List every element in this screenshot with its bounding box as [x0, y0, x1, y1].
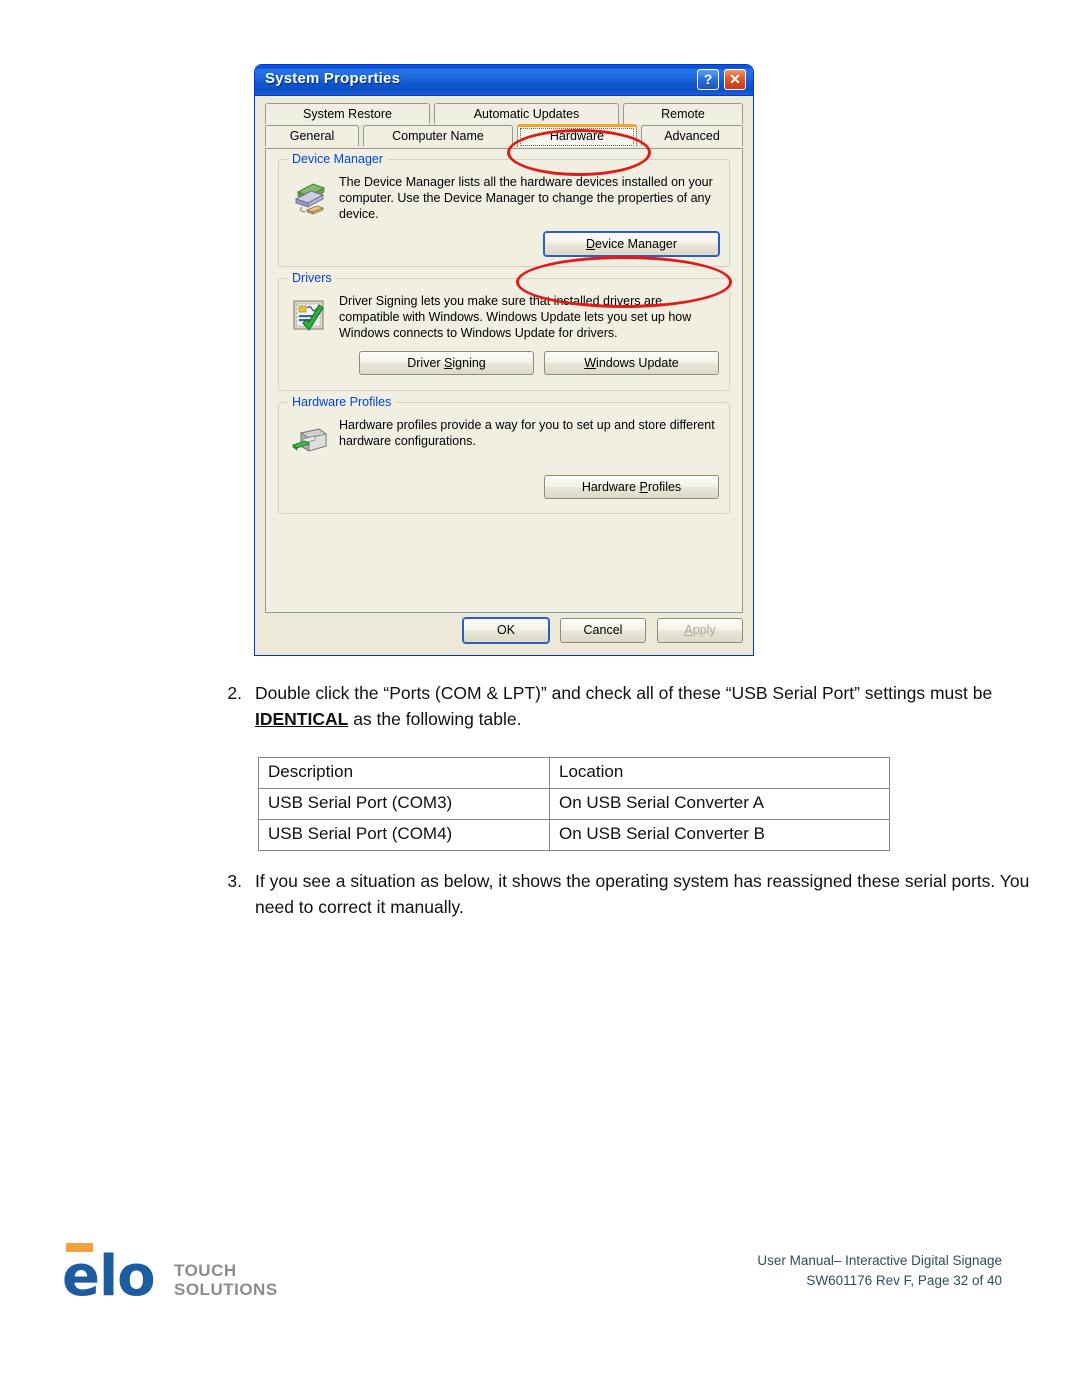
table-cell-description: USB Serial Port (COM4) [258, 819, 550, 851]
apply-button: Apply [657, 618, 743, 643]
cancel-button[interactable]: Cancel [560, 618, 646, 643]
group-device-manager-text: The Device Manager lists all the hardwar… [339, 175, 713, 221]
dialog-title: System Properties [265, 70, 401, 87]
page-footer: User Manual– Interactive Digital Signage… [757, 1251, 1002, 1291]
group-hardware-profiles: Hardware Profiles Hardware profiles prov… [278, 395, 730, 514]
group-device-manager-title: Device Manager [288, 152, 388, 166]
group-drivers-title: Drivers [288, 271, 336, 285]
tab-hardware-label: Hardware [549, 129, 605, 143]
table-row: USB Serial Port (COM3) On USB Serial Con… [258, 788, 890, 820]
hardware-profiles-button[interactable]: Hardware Profiles [544, 475, 719, 499]
table-header-location: Location [549, 757, 890, 789]
group-device-manager: Device Manager The Device Manager lists … [278, 152, 730, 267]
instruction-2-text-after: as the following table. [348, 709, 522, 729]
tab-remote[interactable]: Remote [623, 103, 743, 124]
device-manager-button[interactable]: Device Manager [544, 232, 719, 256]
instruction-item-2: 2. Double click the “Ports (COM & LPT)” … [210, 680, 1010, 732]
page-footer-line2: SW601176 Rev F, Page 32 of 40 [806, 1273, 1002, 1288]
tab-computer-name[interactable]: Computer Name [363, 125, 513, 146]
group-hardware-profiles-body: Hardware profiles provide a way for you … [279, 403, 729, 475]
tab-system-restore[interactable]: System Restore [265, 103, 430, 124]
table-cell-description: USB Serial Port (COM3) [258, 788, 550, 820]
table-cell-location: On USB Serial Converter B [549, 819, 890, 851]
elo-logo-tagline-line2: SOLUTIONS [174, 1280, 278, 1299]
group-device-manager-buttons: Device Manager [279, 232, 729, 266]
instruction-2-text: Double click the “Ports (COM & LPT)” and… [255, 680, 1010, 732]
table-header-description: Description [258, 757, 550, 789]
group-device-manager-body: The Device Manager lists all the hardwar… [279, 160, 729, 232]
device-manager-icon [289, 174, 335, 223]
table-cell-location: On USB Serial Converter A [549, 788, 890, 820]
group-hardware-profiles-text: Hardware profiles provide a way for you … [339, 418, 715, 448]
instruction-item-3: 3. If you see a situation as below, it s… [210, 868, 1050, 920]
elo-logo-tagline: TOUCH SOLUTIONS [174, 1261, 278, 1299]
instruction-2-emphasis: IDENTICAL [255, 709, 349, 729]
tab-automatic-updates[interactable]: Automatic Updates [434, 103, 619, 124]
driver-signing-button[interactable]: Driver Signing [359, 351, 534, 375]
table-header-row: Description Location [258, 757, 890, 789]
group-hardware-profiles-title: Hardware Profiles [288, 395, 396, 409]
elo-logo-tagline-line1: TOUCH [174, 1261, 237, 1280]
instruction-2-number: 2. [227, 683, 242, 703]
driver-signing-icon [289, 293, 335, 342]
tab-advanced[interactable]: Advanced [641, 125, 743, 146]
instruction-2-text-before: Double click the “Ports (COM & LPT)” and… [255, 683, 993, 703]
tab-row-lower: General Computer Name Hardware Advanced [265, 124, 743, 147]
group-drivers-buttons: Driver Signing Windows Update [279, 351, 729, 385]
serial-port-settings-table: Description Location USB Serial Port (CO… [258, 757, 890, 851]
page-footer-line1: User Manual– Interactive Digital Signage [757, 1253, 1002, 1268]
system-properties-dialog: System Properties ? ✕ System Restore Aut… [254, 64, 754, 656]
group-drivers-text: Driver Signing lets you make sure that i… [339, 294, 692, 340]
elo-logo-wordmark: elo [62, 1244, 156, 1309]
close-icon[interactable]: ✕ [724, 69, 746, 90]
dialog-footer-buttons: OK Cancel Apply [463, 618, 743, 643]
group-drivers: Drivers Driver Signing lets you make sur… [278, 271, 730, 391]
dialog-titlebar: System Properties ? ✕ [255, 65, 753, 96]
tab-row-upper: System Restore Automatic Updates Remote [265, 103, 743, 125]
tab-strip: System Restore Automatic Updates Remote … [265, 103, 743, 150]
group-drivers-body: Driver Signing lets you make sure that i… [279, 279, 729, 351]
windows-update-button[interactable]: Windows Update [544, 351, 719, 375]
table-row: USB Serial Port (COM4) On USB Serial Con… [258, 819, 890, 851]
group-hardware-profiles-buttons: Hardware Profiles [279, 475, 729, 509]
ok-button[interactable]: OK [463, 618, 549, 643]
tab-hardware[interactable]: Hardware [517, 124, 637, 147]
instruction-3-text: If you see a situation as below, it show… [255, 871, 1030, 917]
elo-logo: elo TOUCH SOLUTIONS [62, 1243, 277, 1309]
hardware-tab-page: Device Manager The Device Manager lists … [265, 148, 743, 613]
instruction-3-number: 3. [227, 871, 242, 891]
tab-general[interactable]: General [265, 125, 359, 146]
hardware-profiles-icon [289, 417, 335, 466]
dialog-client-area: System Restore Automatic Updates Remote … [255, 95, 753, 655]
help-icon[interactable]: ? [697, 69, 719, 90]
